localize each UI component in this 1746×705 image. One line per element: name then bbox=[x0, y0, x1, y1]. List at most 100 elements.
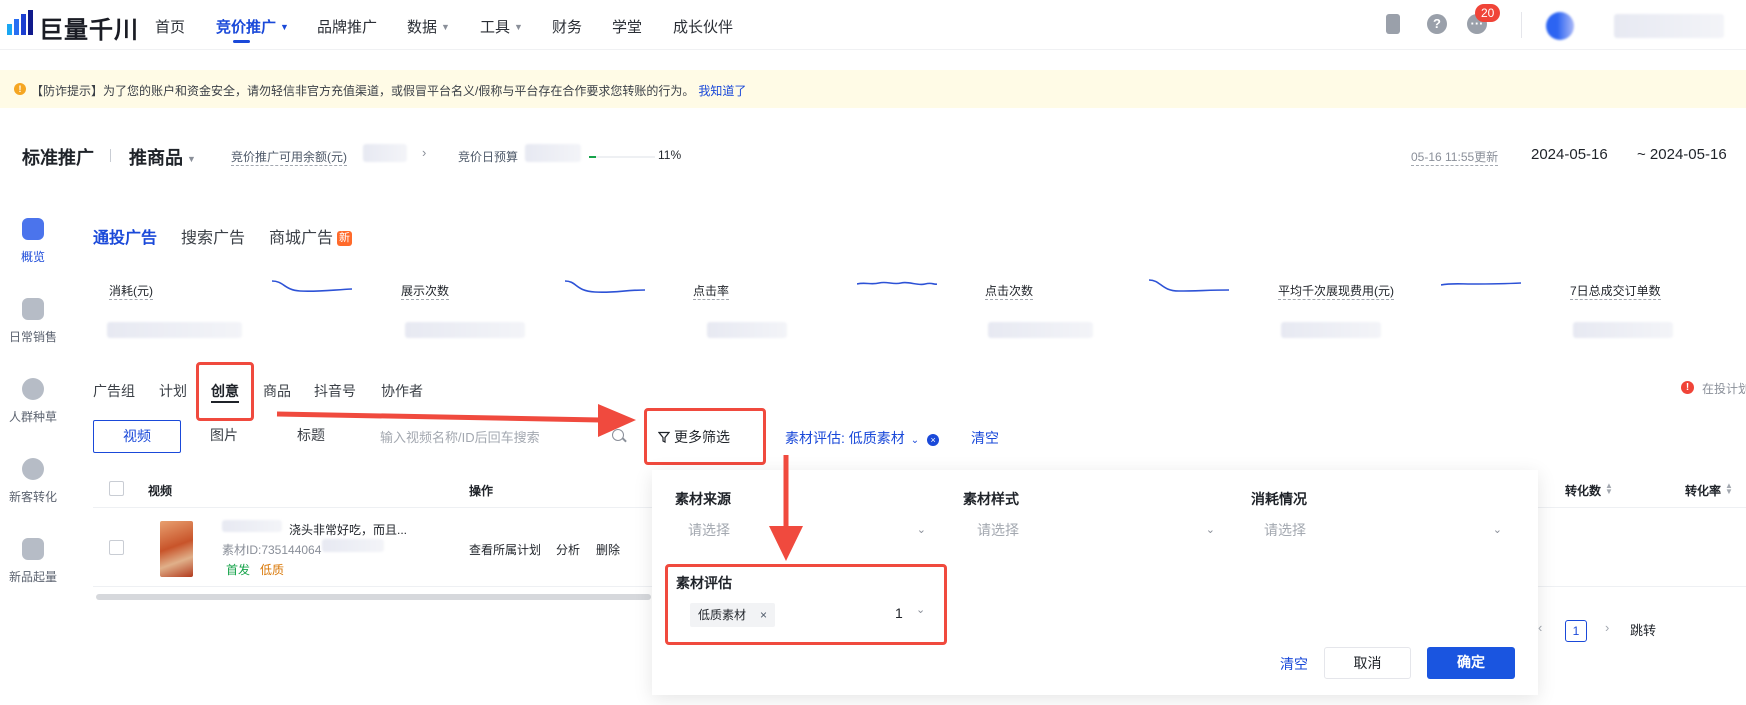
nav-academy[interactable]: 学堂 bbox=[612, 16, 642, 37]
sort-icon: ▲ ▼ bbox=[1605, 481, 1613, 496]
date-start[interactable]: 2024-05-16 bbox=[1531, 146, 1608, 163]
media-tab-title[interactable]: 标题 bbox=[268, 420, 354, 453]
chevron-down-icon: ▼ bbox=[280, 22, 289, 32]
sidebar-item-overview[interactable]: 概览 bbox=[0, 218, 66, 265]
user-icon bbox=[22, 378, 44, 400]
metric-cpm[interactable]: 平均千次展现费用(元) bbox=[1278, 282, 1394, 300]
active-filter-eval[interactable]: 素材评估: 低质素材 ⌄ × bbox=[785, 428, 940, 448]
nav-partner[interactable]: 成长伙伴 bbox=[673, 16, 733, 37]
notice-dismiss-link[interactable]: 我知道了 bbox=[698, 84, 746, 98]
row-checkbox[interactable] bbox=[109, 540, 124, 555]
search-input[interactable]: 输入视频名称/ID后回车搜索 bbox=[380, 427, 540, 446]
brand-logo-icon bbox=[7, 10, 33, 35]
tag-low-quality: 低质 bbox=[260, 563, 285, 577]
notice-text: 【防诈提示】为了您的账户和资金安全，请勿轻信非官方充值渠道，或假冒平台名义/假称… bbox=[31, 82, 746, 99]
promo-type-label: 推商品 bbox=[129, 148, 183, 168]
subtab-adgroup[interactable]: 广告组 bbox=[93, 381, 135, 401]
fraud-notice-bar: ! 【防诈提示】为了您的账户和资金安全，请勿轻信非官方充值渠道，或假冒平台名义/… bbox=[0, 70, 1746, 108]
chevron-down-icon: ▼ bbox=[441, 22, 450, 32]
search-icon[interactable] bbox=[612, 429, 624, 441]
video-thumbnail[interactable] bbox=[160, 521, 193, 577]
page-title: 标准推广 bbox=[22, 148, 94, 168]
nav-tools-label: 工具 bbox=[480, 19, 511, 36]
running-plans-note[interactable]: 在投计划 bbox=[1702, 380, 1746, 397]
clear-filters-link[interactable]: 清空 bbox=[971, 428, 999, 448]
media-tab-video[interactable]: 视频 bbox=[93, 420, 181, 453]
filter-spend-select[interactable]: 请选择 ⌄ bbox=[1264, 514, 1506, 546]
account-name-redacted[interactable] bbox=[1614, 14, 1724, 38]
cancel-button[interactable]: 取消 bbox=[1324, 647, 1411, 679]
subtab-product[interactable]: 商品 bbox=[263, 381, 291, 401]
sidebar-item-audience[interactable]: 人群种草 bbox=[0, 378, 66, 425]
pager-prev[interactable]: ‹ bbox=[1538, 620, 1542, 635]
metric-impressions[interactable]: 展示次数 bbox=[401, 282, 450, 300]
filter-source-select[interactable]: 请选择 ⌄ bbox=[688, 514, 930, 546]
subtab-plan[interactable]: 计划 bbox=[159, 381, 187, 401]
select-all-checkbox[interactable] bbox=[109, 481, 124, 496]
filter-spend-label: 消耗情况 bbox=[1251, 491, 1307, 507]
bag-icon bbox=[22, 538, 44, 560]
alert-icon: ! bbox=[1681, 381, 1694, 394]
subtab-collaborator[interactable]: 协作者 bbox=[381, 381, 423, 401]
tab-mall-ads[interactable]: 商城广告新 bbox=[269, 224, 353, 248]
col-header-conv-count-label: 转化数 bbox=[1565, 484, 1602, 498]
chevron-down-icon: ▼ bbox=[514, 22, 523, 32]
avatar[interactable] bbox=[1546, 12, 1574, 40]
sidebar-label: 日常销售 bbox=[8, 330, 57, 344]
date-end[interactable]: ~ 2024-05-16 bbox=[1637, 146, 1727, 163]
nav-home[interactable]: 首页 bbox=[155, 16, 185, 37]
pager-current-page[interactable]: 1 bbox=[1565, 620, 1587, 642]
analyze-link[interactable]: 分析 bbox=[556, 541, 580, 558]
horizontal-scrollbar[interactable] bbox=[96, 594, 651, 600]
metric-spend[interactable]: 消耗(元) bbox=[109, 282, 153, 300]
promo-type-select[interactable]: 推商品 ▼ bbox=[129, 144, 196, 170]
popup-clear-button[interactable]: 清空 bbox=[1280, 654, 1308, 674]
nav-finance[interactable]: 财务 bbox=[552, 16, 582, 37]
nav-data[interactable]: 数据 ▼ bbox=[407, 16, 450, 37]
view-plan-link[interactable]: 查看所属计划 bbox=[469, 541, 541, 558]
chevron-down-icon: ⌄ bbox=[1492, 524, 1502, 536]
confirm-button[interactable]: 确定 bbox=[1427, 647, 1515, 679]
brand-name[interactable]: 巨量千川 bbox=[39, 10, 139, 45]
nav-active-indicator bbox=[233, 40, 250, 43]
nav-tools[interactable]: 工具 ▼ bbox=[480, 16, 523, 37]
mobile-icon[interactable] bbox=[1386, 14, 1400, 34]
budget-progress-track bbox=[589, 156, 655, 158]
tag-first-release: 首发 bbox=[226, 563, 251, 577]
nav-brand[interactable]: 品牌推广 bbox=[317, 16, 377, 37]
top-nav: 巨量千川 首页 竞价推广 ▼ 品牌推广 数据 ▼ 工具 ▼ 财务 学堂 成长伙伴 ? … bbox=[0, 0, 1746, 50]
col-header-conv-count[interactable]: 转化数 ▲ ▼ bbox=[1565, 482, 1613, 499]
divider bbox=[110, 149, 111, 162]
filter-style-label: 素材样式 bbox=[963, 491, 1019, 507]
metric-clicks[interactable]: 点击次数 bbox=[985, 282, 1034, 300]
chevron-down-icon: ▼ bbox=[187, 154, 196, 164]
metric-clicks-sparkline bbox=[1149, 279, 1229, 292]
sidebar-item-daily-sales[interactable]: 日常销售 bbox=[0, 298, 66, 345]
sidebar-item-new-product[interactable]: 新品起量 bbox=[0, 538, 66, 585]
sort-icon: ▲ ▼ bbox=[1725, 481, 1733, 496]
help-icon[interactable]: ? bbox=[1427, 14, 1447, 34]
metric-spend-sparkline bbox=[272, 280, 352, 293]
delete-link[interactable]: 删除 bbox=[596, 541, 620, 558]
filter-style-placeholder: 请选择 bbox=[977, 522, 1019, 538]
nav-data-label: 数据 bbox=[407, 19, 438, 36]
tab-general-ads[interactable]: 通投广告 bbox=[93, 224, 157, 248]
pager-jump[interactable]: 跳转 bbox=[1630, 620, 1656, 639]
pager-next[interactable]: › bbox=[1605, 620, 1609, 635]
col-header-conv-rate[interactable]: 转化率 ▲ ▼ bbox=[1685, 482, 1733, 499]
chevron-right-icon[interactable]: › bbox=[422, 145, 426, 160]
tab-search-ads[interactable]: 搜索广告 bbox=[181, 224, 245, 248]
balance-value-redacted bbox=[363, 144, 407, 162]
subtab-douyin[interactable]: 抖音号 bbox=[314, 381, 356, 401]
media-tab-image[interactable]: 图片 bbox=[184, 420, 264, 453]
budget-value-redacted bbox=[525, 144, 581, 162]
filter-style-select[interactable]: 请选择 ⌄ bbox=[977, 514, 1219, 546]
nav-bidding[interactable]: 竞价推广 ▼ bbox=[216, 16, 289, 37]
sidebar-item-new-customer[interactable]: 新客转化 bbox=[0, 458, 66, 505]
user-add-icon bbox=[22, 458, 44, 480]
divider bbox=[1521, 12, 1522, 38]
close-icon[interactable]: × bbox=[927, 434, 940, 446]
video-title[interactable]: 浇头非常好吃，而且... bbox=[289, 521, 407, 538]
metric-orders-7d[interactable]: 7日总成交订单数 bbox=[1570, 282, 1661, 300]
metric-ctr[interactable]: 点击率 bbox=[693, 282, 730, 300]
